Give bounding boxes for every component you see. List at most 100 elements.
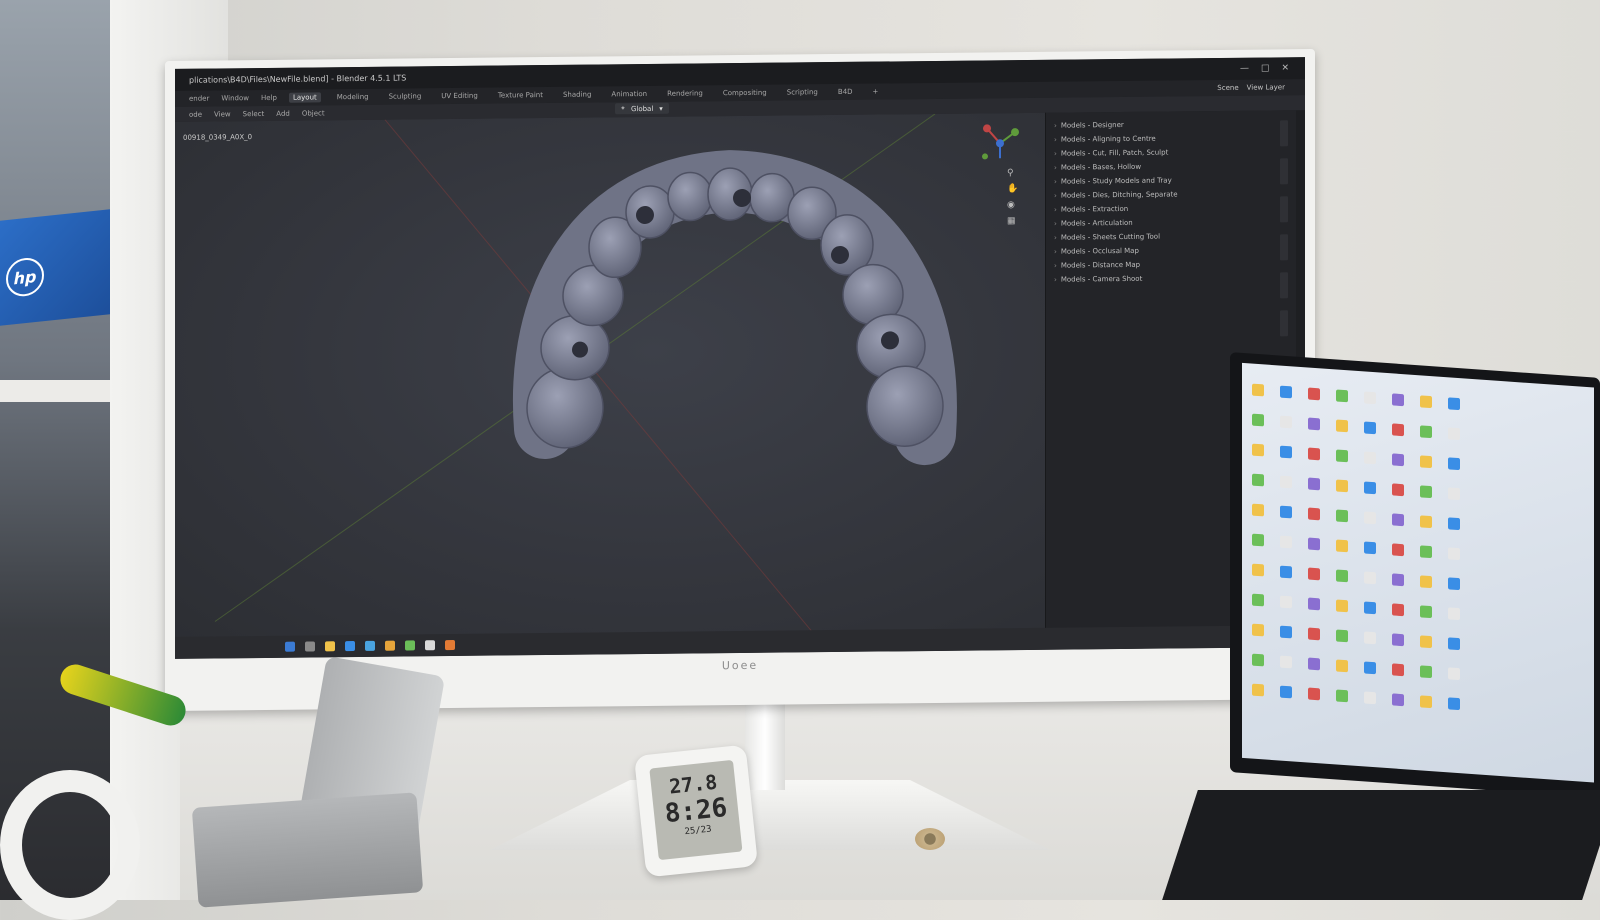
desktop-icon[interactable] <box>1252 683 1264 697</box>
desktop-icon[interactable] <box>1252 623 1264 637</box>
desktop-icon[interactable] <box>1336 449 1348 463</box>
add-menu[interactable]: Add <box>276 109 290 117</box>
pan-hand-icon[interactable]: ✋ <box>1007 184 1018 194</box>
desktop-icon[interactable] <box>1420 575 1432 589</box>
desktop-icon[interactable] <box>1420 695 1432 709</box>
desktop-icon[interactable] <box>1392 603 1404 617</box>
desktop-icon[interactable] <box>1364 481 1376 495</box>
desktop-icon[interactable] <box>1336 389 1348 403</box>
desktop-icon[interactable] <box>1336 419 1348 433</box>
desktop-icon[interactable] <box>1336 689 1348 703</box>
desktop-icon[interactable] <box>1308 387 1320 401</box>
dental-model[interactable] <box>175 113 1045 642</box>
tab-uv-editing[interactable]: UV Editing <box>437 91 482 101</box>
desktop-icon[interactable] <box>1280 475 1292 489</box>
desktop-icon[interactable] <box>1280 385 1292 399</box>
desktop-icon[interactable] <box>1420 395 1432 409</box>
desktop-icon[interactable] <box>1448 517 1460 531</box>
desktop-icon[interactable] <box>1308 597 1320 611</box>
desktop-icon[interactable] <box>1448 697 1460 711</box>
desktop-icon[interactable] <box>1392 423 1404 437</box>
desktop-icon[interactable] <box>1280 565 1292 579</box>
desktop-icon[interactable] <box>1420 485 1432 499</box>
desktop-icon[interactable] <box>1420 455 1432 469</box>
transform-orientation-dropdown[interactable]: ⌖ Global ▾ <box>615 102 669 115</box>
desktop-icon[interactable] <box>1448 397 1460 411</box>
desktop-icon[interactable] <box>1392 483 1404 497</box>
desktop-icon[interactable] <box>1336 599 1348 613</box>
desktop-icon[interactable] <box>1336 479 1348 493</box>
side-tab[interactable] <box>1280 310 1288 337</box>
desktop-icon[interactable] <box>1280 535 1292 549</box>
select-menu[interactable]: Select <box>243 109 265 117</box>
desktop-icon[interactable] <box>1392 543 1404 557</box>
side-tab[interactable] <box>1280 272 1288 299</box>
camera-icon[interactable]: ◉ <box>1007 200 1017 210</box>
desktop-icon[interactable] <box>1252 383 1264 397</box>
desktop-icon[interactable] <box>1308 507 1320 521</box>
side-tab[interactable] <box>1280 196 1288 223</box>
app-icon[interactable] <box>385 640 395 651</box>
side-tab[interactable] <box>1280 158 1288 185</box>
add-workspace-button[interactable]: + <box>869 87 883 97</box>
tab-sculpting[interactable]: Sculpting <box>385 91 426 101</box>
desktop-icon[interactable] <box>1448 547 1460 561</box>
desktop-icon[interactable] <box>1308 657 1320 671</box>
desktop-icon[interactable] <box>1392 663 1404 677</box>
tab-modeling[interactable]: Modeling <box>333 92 373 102</box>
blender-icon[interactable] <box>445 639 455 651</box>
desktop-icon[interactable] <box>1392 393 1404 407</box>
desktop-icon[interactable] <box>1364 391 1376 405</box>
desktop-icon[interactable] <box>1252 413 1264 427</box>
desktop-icon[interactable] <box>1308 417 1320 431</box>
desktop-icon[interactable] <box>1252 653 1264 667</box>
navigation-gizmo-icon[interactable] <box>975 118 1025 169</box>
desktop-icon[interactable] <box>1280 445 1292 459</box>
object-menu[interactable]: Object <box>302 109 325 117</box>
start-icon[interactable] <box>285 641 295 652</box>
desktop-icon[interactable] <box>1308 477 1320 491</box>
browser-icon[interactable] <box>345 641 355 652</box>
desktop-icon[interactable] <box>1364 571 1376 585</box>
desktop-icon[interactable] <box>1280 655 1292 669</box>
desktop-icon[interactable] <box>1364 451 1376 465</box>
desktop-icon[interactable] <box>1336 659 1348 673</box>
desktop-icon[interactable] <box>1364 421 1376 435</box>
desktop-icon[interactable] <box>1308 537 1320 551</box>
minimize-icon[interactable]: — <box>1240 64 1249 74</box>
desktop-icon[interactable] <box>1280 625 1292 639</box>
tab-layout[interactable]: Layout <box>288 92 321 103</box>
desktop-icon[interactable] <box>1252 503 1264 517</box>
desktop-icon[interactable] <box>1392 693 1404 707</box>
3d-viewport[interactable]: 00918_0349_A0X_0 ⚲ ✋ ◉ ▦ <box>175 112 1045 642</box>
desktop-icon[interactable] <box>1252 443 1264 457</box>
zoom-icon[interactable]: ⚲ <box>1007 168 1017 178</box>
desktop-icon[interactable] <box>1308 687 1320 701</box>
desktop-icon[interactable] <box>1280 685 1292 699</box>
desktop-icon[interactable] <box>1392 573 1404 587</box>
desktop-icon[interactable] <box>1308 447 1320 461</box>
desktop-icon[interactable] <box>1448 457 1460 471</box>
tab-scripting[interactable]: Scripting <box>783 87 822 97</box>
mode-selector[interactable]: ode <box>189 110 202 118</box>
desktop-icon[interactable] <box>1364 541 1376 555</box>
folder-icon[interactable] <box>325 641 335 652</box>
side-tab[interactable] <box>1280 120 1288 147</box>
desktop-icon[interactable] <box>1448 577 1460 591</box>
desktop-icon[interactable] <box>1252 563 1264 577</box>
desktop-icon[interactable] <box>1392 633 1404 647</box>
tab-b4d[interactable]: B4D <box>834 87 857 97</box>
desktop-icon[interactable] <box>1448 637 1460 651</box>
desktop-icon[interactable] <box>1448 487 1460 501</box>
scene-selector[interactable]: Scene <box>1217 84 1238 92</box>
desktop-icon[interactable] <box>1336 539 1348 553</box>
desktop-icon[interactable] <box>1336 569 1348 583</box>
desktop-icon[interactable] <box>1448 667 1460 681</box>
desktop-icon[interactable] <box>1308 567 1320 581</box>
desktop-icon[interactable] <box>1336 509 1348 523</box>
grid-icon[interactable]: ▦ <box>1007 216 1017 226</box>
view-menu[interactable]: View <box>214 110 231 118</box>
desktop-icon[interactable] <box>1420 635 1432 649</box>
view-layer-selector[interactable]: View Layer <box>1247 83 1285 91</box>
desktop-icon[interactable] <box>1420 425 1432 439</box>
